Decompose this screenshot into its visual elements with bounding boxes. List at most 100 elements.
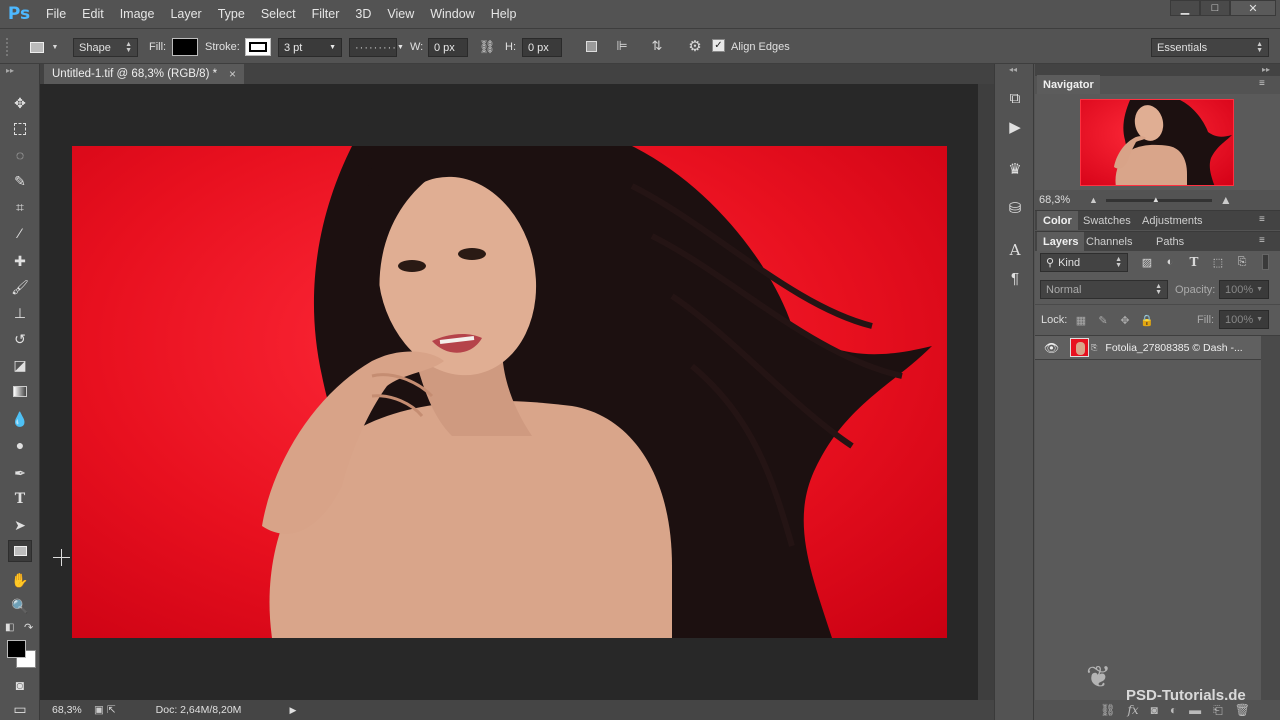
menu-view[interactable]: View [379, 0, 422, 28]
default-colors-icon[interactable]: ◧ [5, 622, 14, 633]
menu-filter[interactable]: Filter [304, 0, 348, 28]
marquee-tool-icon[interactable] [8, 118, 32, 140]
tab-paths[interactable]: Paths [1150, 232, 1190, 251]
healing-brush-tool-icon[interactable]: ✚ [8, 250, 32, 272]
blur-tool-icon[interactable]: 💧 [8, 408, 32, 430]
panel-menu-icon[interactable]: ≡ [1259, 214, 1265, 225]
quick-mask-icon[interactable]: ◙ [8, 674, 32, 696]
pixel-layer-filter-icon[interactable]: ▨ [1139, 254, 1155, 270]
tab-adjustments[interactable]: Adjustments [1136, 211, 1209, 230]
smart-object-filter-icon[interactable]: ⎘ [1234, 254, 1250, 270]
path-selection-tool-icon[interactable]: ➤ [8, 514, 32, 536]
pen-tool-icon[interactable]: ✒ [8, 462, 32, 484]
tab-layers[interactable]: Layers [1037, 232, 1085, 251]
maximize-button[interactable]: □ [1200, 0, 1230, 16]
vertical-scrollbar[interactable] [978, 84, 994, 700]
type-layer-filter-icon[interactable]: T [1186, 254, 1202, 270]
lock-all-icon[interactable]: 🔒 [1139, 312, 1155, 328]
lock-transparent-icon[interactable]: ▦ [1073, 312, 1089, 328]
clone-stamp-tool-icon[interactable]: ⊥ [8, 302, 32, 324]
layers-scrollbar[interactable] [1261, 336, 1280, 700]
adjustment-layer-icon[interactable]: ◐ [1170, 703, 1177, 717]
paragraph-panel-icon[interactable]: ¶ [1005, 268, 1025, 288]
menu-select[interactable]: Select [253, 0, 304, 28]
type-tool-icon[interactable]: T [8, 488, 32, 510]
tab-navigator[interactable]: Navigator [1037, 75, 1100, 94]
filter-toggle-switch[interactable] [1262, 254, 1269, 270]
zoom-in-icon[interactable]: ▲ [1220, 193, 1232, 207]
actions-panel-icon[interactable]: ▶ [1005, 117, 1025, 137]
navigator-zoom-value[interactable]: 68,3% [1039, 194, 1089, 206]
swap-colors-icon[interactable]: ↷ [24, 621, 33, 634]
path-operations-icon[interactable] [582, 37, 600, 55]
gear-icon[interactable]: ⚙ [684, 37, 706, 55]
gradient-tool-icon[interactable] [8, 380, 32, 402]
dodge-tool-icon[interactable]: ● [8, 434, 32, 456]
clone-source-icon[interactable]: ⛁ [1005, 198, 1025, 218]
tab-channels[interactable]: Channels [1080, 232, 1138, 251]
move-tool-icon[interactable]: ✥ [8, 92, 32, 114]
hand-tool-icon[interactable]: ✋ [8, 569, 32, 591]
tool-preset-picker[interactable]: ▼ [24, 37, 64, 57]
close-tab-icon[interactable]: × [229, 67, 236, 81]
align-edges-checkbox[interactable]: ✓ [712, 39, 725, 52]
rectangle-tool-icon[interactable] [8, 540, 32, 562]
stroke-width-field[interactable]: 3 pt ▼ [278, 38, 342, 57]
link-icon[interactable]: ⛓ [477, 38, 497, 56]
screen-mode-icon[interactable]: ▭ [8, 698, 32, 720]
foreground-color-swatch[interactable] [7, 640, 26, 658]
shape-layer-filter-icon[interactable]: ⬚ [1210, 254, 1226, 270]
tab-color[interactable]: Color [1037, 211, 1078, 230]
shape-mode-select[interactable]: Shape ▲ ▼ [73, 38, 138, 57]
new-group-icon[interactable]: ▬ [1189, 703, 1201, 717]
menu-edit[interactable]: Edit [74, 0, 112, 28]
status-zoom[interactable]: 68,3% [52, 704, 90, 716]
menu-help[interactable]: Help [483, 0, 525, 28]
zoom-tool-icon[interactable]: 🔍 [8, 595, 32, 617]
add-mask-icon[interactable]: ◙ [1151, 703, 1158, 717]
workspace-select[interactable]: Essentials ▲ ▼ [1151, 38, 1269, 57]
link-layers-icon[interactable]: ⛓ [1100, 703, 1115, 717]
document-tab[interactable]: Untitled-1.tif @ 68,3% (RGB/8) * × [44, 64, 244, 84]
minimize-button[interactable]: ▁ [1170, 0, 1200, 16]
panel-menu-icon[interactable]: ≡ [1259, 235, 1265, 246]
close-window-button[interactable]: ✕ [1230, 0, 1276, 16]
path-alignment-icon[interactable]: ⊫ [612, 37, 632, 55]
new-layer-icon[interactable]: ⎗ [1213, 703, 1223, 718]
quick-selection-tool-icon[interactable]: ✎ [8, 170, 32, 192]
eraser-tool-icon[interactable]: ◪ [8, 354, 32, 376]
layer-filter-kind-select[interactable]: ⚲ Kind ▲ ▼ [1040, 253, 1128, 272]
menu-3d[interactable]: 3D [347, 0, 379, 28]
fill-field[interactable]: 100% ▼ [1219, 310, 1269, 329]
zoom-out-icon[interactable]: ▲ [1089, 195, 1098, 205]
adjustment-layer-filter-icon[interactable]: ◐ [1162, 254, 1178, 270]
menu-file[interactable]: File [38, 0, 74, 28]
lasso-tool-icon[interactable]: ◌ [8, 144, 32, 166]
opacity-field[interactable]: 100% ▼ [1219, 280, 1269, 299]
brush-presets-icon[interactable]: ♛ [1005, 159, 1025, 179]
width-field[interactable]: 0 px [428, 38, 468, 57]
eye-icon[interactable]: 👁 [1044, 341, 1066, 355]
lock-position-icon[interactable]: ✥ [1117, 312, 1133, 328]
path-arrangement-icon[interactable]: ⇅ [646, 37, 668, 55]
blend-mode-select[interactable]: Normal ▲ ▼ [1040, 280, 1168, 299]
layer-style-icon[interactable]: fx [1127, 703, 1138, 717]
expand-arrows-icon[interactable]: ▸▸ [1262, 65, 1270, 74]
stroke-type-select[interactable]: ········· ▼ [349, 38, 404, 57]
crop-tool-icon[interactable]: ⌗ [8, 196, 32, 218]
height-field[interactable]: 0 px [522, 38, 562, 57]
collapse-arrows-icon[interactable]: ▸▸ [6, 66, 14, 75]
navigator-zoom-slider[interactable]: ▲ [1105, 195, 1212, 204]
menu-window[interactable]: Window [422, 0, 482, 28]
fill-color-swatch[interactable] [172, 38, 198, 56]
history-brush-tool-icon[interactable]: ↺ [8, 328, 32, 350]
tab-swatches[interactable]: Swatches [1077, 211, 1137, 230]
layer-row[interactable]: 👁 ⎘ Fotolia_27808385 © Dash -... [1035, 336, 1261, 360]
menu-type[interactable]: Type [210, 0, 253, 28]
character-panel-icon[interactable]: A [1005, 240, 1025, 260]
status-icons[interactable]: ▣ ⇱ [94, 704, 116, 716]
panel-menu-icon[interactable]: ≡ [1259, 78, 1265, 89]
menu-layer[interactable]: Layer [162, 0, 209, 28]
eyedropper-tool-icon[interactable]: ⁄ [8, 222, 32, 244]
brush-tool-icon[interactable]: 🖌 [8, 276, 32, 298]
